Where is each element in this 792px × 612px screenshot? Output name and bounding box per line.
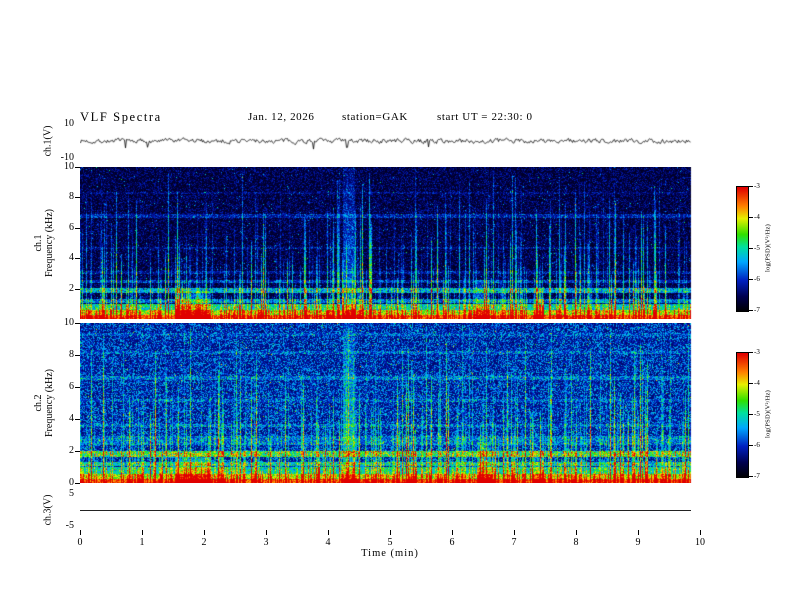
y-tick-mark	[75, 323, 80, 324]
x-tick-mark	[266, 530, 267, 535]
plot-date: Jan. 12, 2026	[248, 111, 315, 123]
colorbar-tick-mark	[749, 310, 753, 311]
ch2-frequency-tick-label: 4	[69, 413, 74, 424]
colorbar-tick-label: -7	[754, 472, 760, 480]
x-tick-mark	[452, 530, 453, 535]
colorbar-tick-label: -4	[754, 213, 760, 221]
x-tick-label: 9	[635, 537, 641, 548]
ch3-voltage-tick-label: 5	[69, 487, 74, 499]
ch2-colorbar	[736, 352, 749, 478]
ch1-voltage-tick-label: 10	[64, 118, 74, 129]
colorbar-tick-mark	[749, 352, 753, 353]
ch1-frequency-tick-label: 8	[69, 191, 74, 203]
y-tick-mark	[75, 258, 80, 260]
ch2-spectrogram-canvas	[80, 323, 700, 483]
ch2-frequency-tick-label: 10	[64, 317, 74, 328]
colorbar-tick-mark	[749, 248, 753, 249]
x-tick-mark	[328, 530, 329, 535]
ch2-frequency-tick-label: 8	[69, 349, 74, 360]
x-tick-mark	[80, 530, 81, 535]
station-label: station=GAK	[342, 111, 408, 123]
colorbar-tick-mark	[749, 414, 753, 415]
x-tick-mark	[142, 530, 143, 535]
x-tick-mark	[514, 530, 515, 535]
colorbar-tick-mark	[749, 445, 753, 446]
x-tick-label: 4	[325, 537, 331, 548]
colorbar-tick-label: -6	[754, 275, 760, 283]
colorbar-tick-label: -4	[754, 379, 760, 387]
ch3-signal-line	[80, 510, 691, 511]
colorbar-tick-label: -5	[754, 410, 760, 418]
y-tick-mark	[75, 288, 80, 290]
x-tick-mark	[700, 530, 701, 535]
colorbar-tick-mark	[749, 186, 753, 187]
ch1-colorbar-label: log(PSD)(V²/Hz)	[764, 224, 772, 272]
y-tick-mark	[75, 419, 80, 420]
y-tick-mark	[75, 197, 80, 199]
time-axis-label: Time (min)	[361, 548, 419, 559]
y-tick-mark	[75, 483, 80, 484]
colorbar-tick-label: -6	[754, 441, 760, 449]
y-tick-mark	[75, 227, 80, 229]
x-tick-label: 2	[201, 537, 207, 548]
vlf-spectra-figure: VLF Spectra Jan. 12, 2026 station=GAK st…	[0, 0, 792, 612]
ch1-frequency-tick-label: 10	[64, 161, 74, 172]
ch1-spectrogram-canvas	[80, 167, 700, 319]
colorbar-tick-label: -7	[754, 306, 760, 314]
x-tick-label: 5	[387, 537, 393, 548]
y-tick-mark	[75, 451, 80, 452]
x-tick-label: 10	[695, 537, 705, 548]
colorbar-tick-mark	[749, 279, 753, 280]
ch2-colorbar-label: log(PSD)(V²/Hz)	[764, 390, 772, 438]
x-tick-label: 7	[511, 537, 517, 548]
ch3-voltage-tick-label: -5	[65, 520, 74, 532]
x-tick-mark	[576, 530, 577, 535]
x-tick-mark	[638, 530, 639, 535]
y-tick-mark	[75, 167, 80, 168]
ch1-frequency-tick-label: 6	[69, 221, 74, 233]
x-tick-label: 0	[77, 537, 83, 548]
ch1-frequency-axis-label: ch.1 Frequency (kHz)	[33, 209, 55, 277]
ch2-frequency-tick-label: 0	[69, 477, 74, 488]
ch1-axis-frequency-text: Frequency (kHz)	[44, 208, 55, 278]
colorbar-tick-mark	[749, 217, 753, 218]
ch2-axis-channel-text: ch.2	[33, 394, 44, 412]
colorbar-tick-label: -3	[754, 348, 760, 356]
x-tick-label: 6	[449, 537, 455, 548]
ch2-frequency-tick-label: 2	[69, 445, 74, 456]
colorbar-tick-label: -5	[754, 244, 760, 252]
colorbar-tick-mark	[749, 476, 753, 477]
ch1-frequency-tick-label: 4	[69, 252, 74, 264]
x-tick-label: 3	[263, 537, 269, 548]
colorbar-tick-mark	[749, 383, 753, 384]
x-tick-mark	[204, 530, 205, 535]
plot-title: VLF Spectra	[80, 110, 162, 124]
start-ut-label: start UT = 22:30: 0	[437, 111, 533, 123]
ch2-axis-frequency-text: Frequency (kHz)	[44, 368, 55, 438]
ch1-frequency-tick-label: 2	[69, 282, 74, 294]
x-tick-label: 1	[139, 537, 145, 548]
ch2-frequency-axis-label: ch.2 Frequency (kHz)	[33, 369, 55, 437]
x-tick-mark	[390, 530, 391, 535]
colorbar-tick-label: -3	[754, 182, 760, 190]
x-tick-label: 8	[573, 537, 579, 548]
y-tick-mark	[75, 387, 80, 388]
ch1-waveform-canvas	[80, 124, 700, 158]
ch2-frequency-tick-label: 6	[69, 381, 74, 392]
y-tick-mark	[75, 355, 80, 356]
ch1-colorbar	[736, 186, 749, 312]
ch1-axis-channel-text: ch.1	[33, 234, 44, 252]
